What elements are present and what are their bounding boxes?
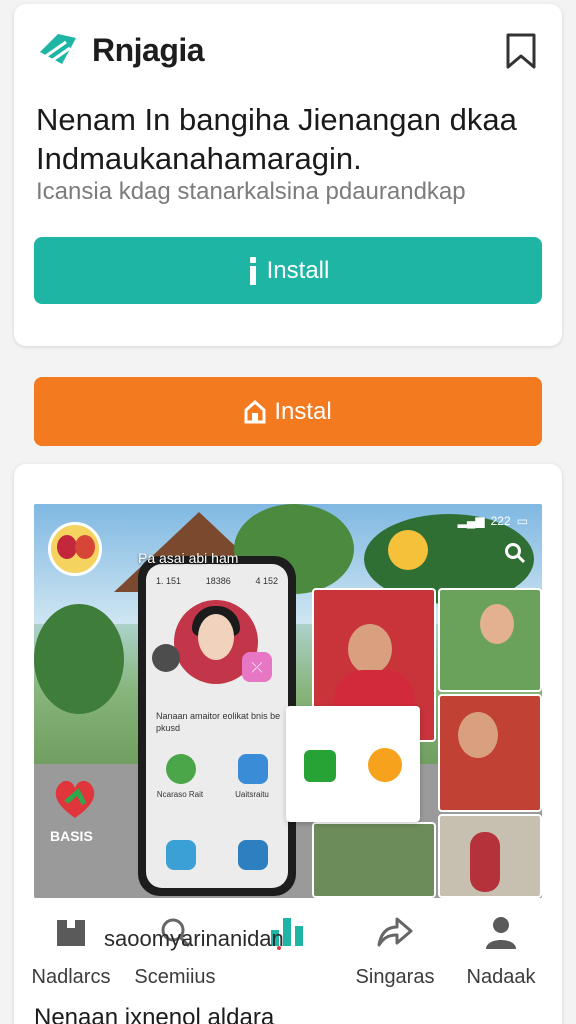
phone-status-left: 1. 151 xyxy=(156,576,182,586)
instal-button-label: Instal xyxy=(274,397,332,425)
signal-icon: ▂▄▆ xyxy=(457,514,485,528)
bookmark-icon[interactable] xyxy=(504,32,538,70)
popup-card[interactable] xyxy=(286,706,420,822)
share-icon[interactable]: ⤫ xyxy=(242,652,272,682)
tree xyxy=(34,604,124,714)
brand-logo-icon xyxy=(40,34,76,64)
app-screenshot[interactable]: ▂▄▆ 222 ▭ 1. 151 18386 4 152 ⤫ Nanaan am… xyxy=(34,504,542,898)
avatar-person xyxy=(75,535,95,559)
install-button[interactable]: Install xyxy=(34,237,542,304)
app-tile[interactable] xyxy=(166,840,196,870)
brand: Rnjagia xyxy=(36,28,205,72)
nav-label-home: Nadlarcs xyxy=(31,966,111,988)
home-icon xyxy=(57,920,85,946)
phone-caption: Nanaan amaitor eolikat bnis be pkusd xyxy=(156,711,281,733)
app-subline: Icansia kdag stanarkalsina pdaurandkap xyxy=(36,178,466,205)
app-label: Ncaraso Rait xyxy=(156,790,204,799)
status-bar: ▂▄▆ 222 ▭ xyxy=(458,514,528,528)
mascot-bubble xyxy=(388,530,428,570)
avatar[interactable] xyxy=(48,522,102,576)
photo-tile xyxy=(438,814,542,898)
photo-tile xyxy=(438,694,542,812)
overlay-title: Pa asai abi ham xyxy=(138,550,239,566)
search-icon[interactable] xyxy=(504,542,526,564)
person xyxy=(480,604,514,644)
phone-status-mid: 18386 xyxy=(205,576,231,586)
phone-screen: 1. 151 18386 4 152 ⤫ Nanaan amaitor eoli… xyxy=(146,564,288,888)
photo-tile xyxy=(312,822,436,898)
share-icon xyxy=(377,917,413,947)
user-icon xyxy=(486,917,516,949)
portrait-face xyxy=(198,614,234,660)
nav-item-profile[interactable]: Nadaak xyxy=(446,910,556,989)
nav-item-share[interactable]: Singaras xyxy=(340,910,450,989)
status-time: 222 xyxy=(490,514,511,528)
brand-mark-label: BASIS xyxy=(50,828,93,844)
app-tile[interactable] xyxy=(166,754,196,784)
app-name: Rnjagia xyxy=(92,31,205,68)
bottom-navigation: Nadlarcs Scemiius Singaras Nadaak saoomy… xyxy=(14,910,562,994)
nav-label-profile: Nadaak xyxy=(466,966,536,988)
info-icon xyxy=(249,256,256,285)
fruit-app-icon[interactable] xyxy=(368,748,402,782)
person xyxy=(458,712,498,758)
nav-label-share: Singaras xyxy=(355,966,435,988)
nav-label-search: Scemiius xyxy=(134,966,216,988)
nav-overlay-text: saoomyarinanidan xyxy=(104,926,284,951)
person xyxy=(348,624,392,674)
home-icon xyxy=(244,399,266,423)
photo-tile xyxy=(438,588,542,692)
app-label: Uaitsraitu xyxy=(235,790,269,799)
battery-icon: ▭ xyxy=(516,514,528,528)
phone-thumbnail xyxy=(152,644,180,672)
person xyxy=(470,832,500,892)
footer-text: Nenaan ixnenol aldara xyxy=(34,1004,275,1024)
phone-status-right: 4 152 xyxy=(255,576,278,586)
instal-button[interactable]: Instal xyxy=(34,377,542,446)
avatar-person xyxy=(57,535,77,559)
install-button-label: Install xyxy=(266,256,330,284)
app-tile[interactable] xyxy=(238,840,268,870)
app-headline: Nenam In bangiha Jienangan dkaa Indmauka… xyxy=(36,102,517,176)
app-tile[interactable] xyxy=(238,754,268,784)
heart-logo-icon xyxy=(55,780,95,818)
phone-status-bar: 1. 151 18386 4 152 xyxy=(156,576,278,586)
phone-mockup: 1. 151 18386 4 152 ⤫ Nanaan amaitor eoli… xyxy=(138,556,296,896)
app-summary-card: Rnjagia Nenam In bangiha Jienangan dkaa … xyxy=(14,4,562,346)
chat-app-icon[interactable] xyxy=(304,750,336,782)
